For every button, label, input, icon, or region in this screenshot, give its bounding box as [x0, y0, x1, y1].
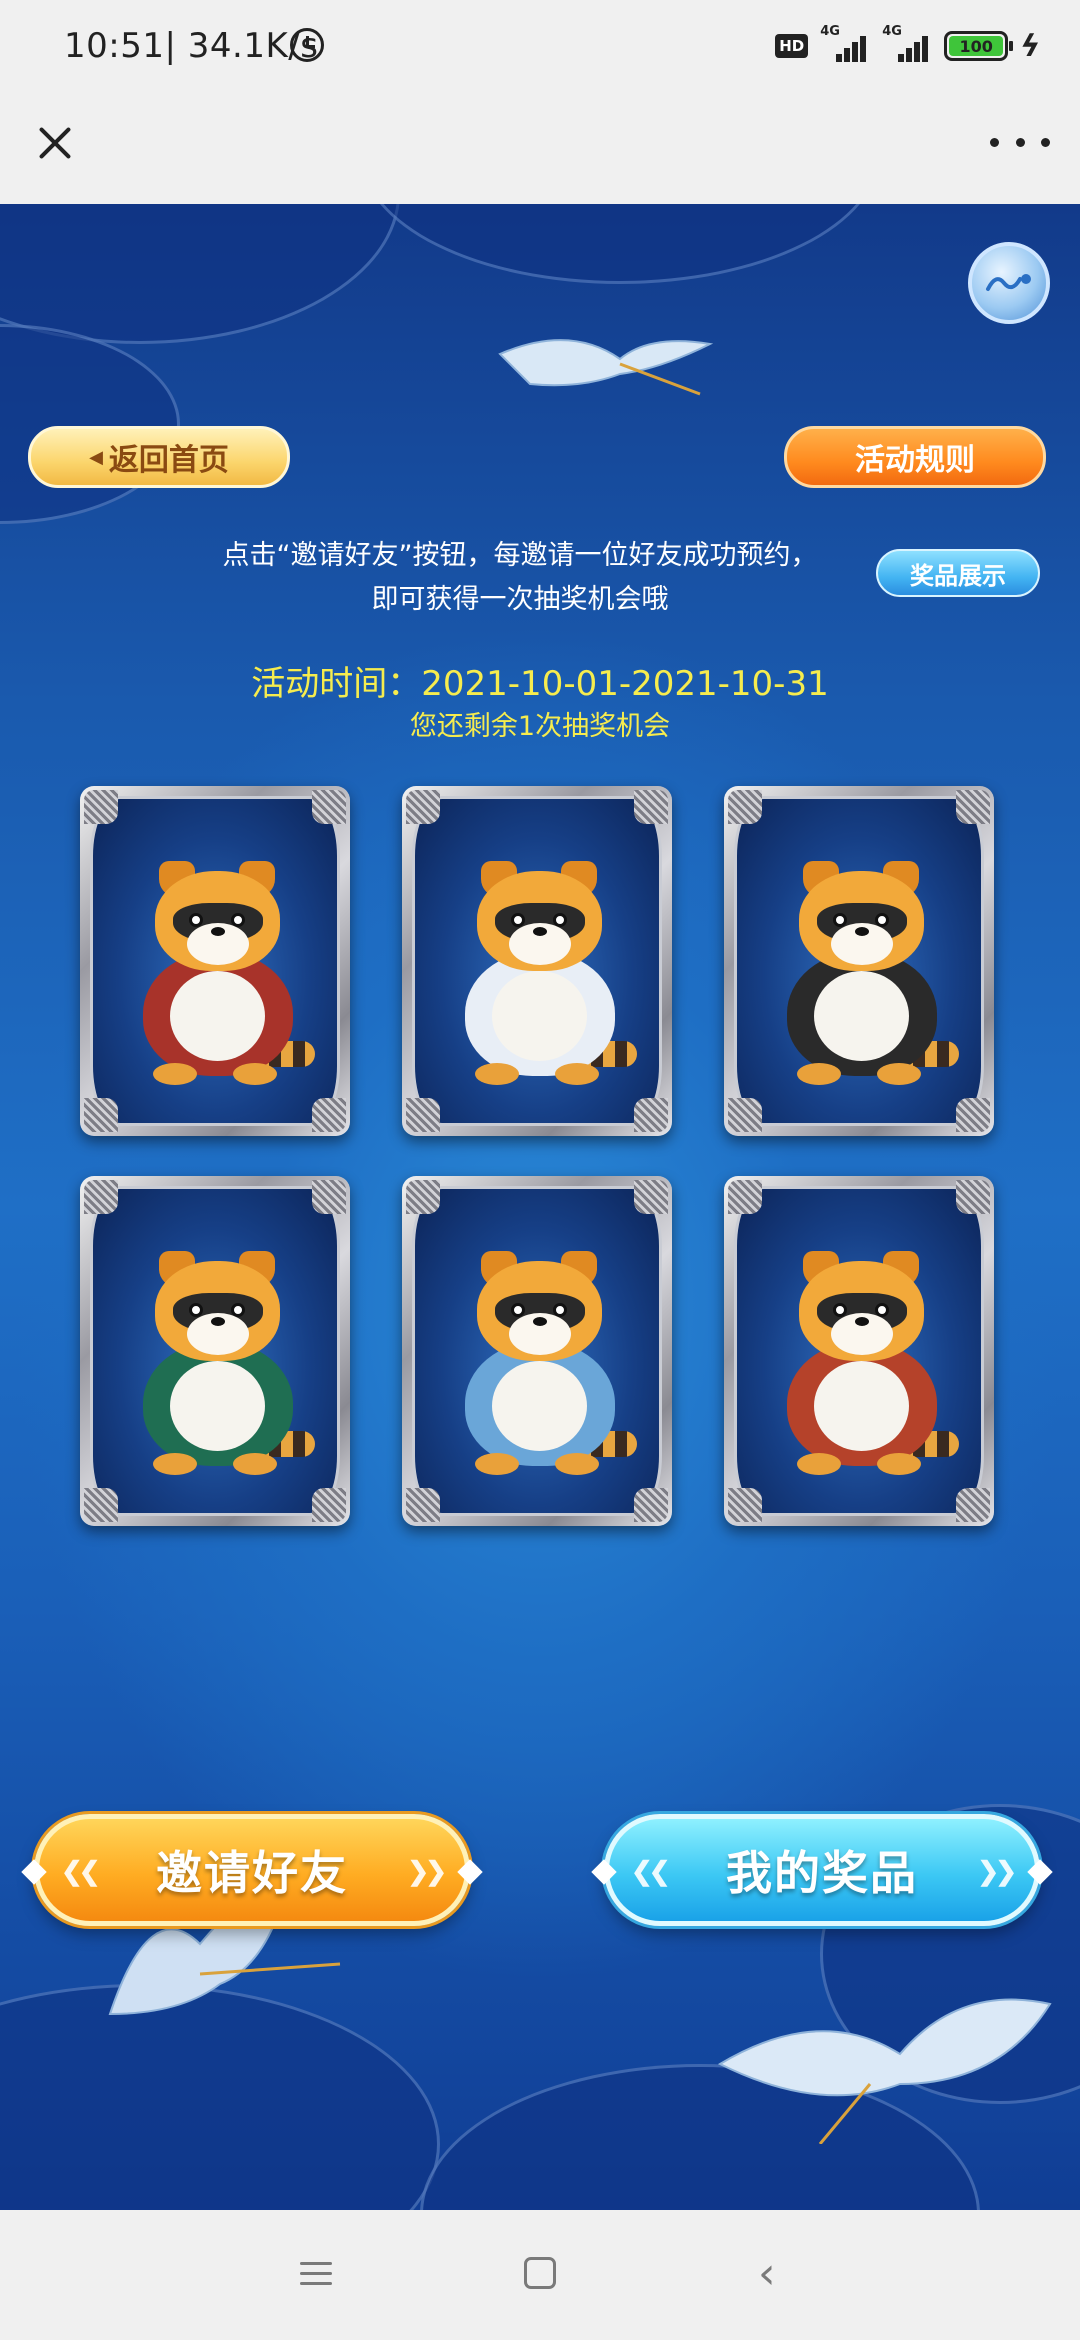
signal-icon: 4G: [820, 24, 870, 64]
chevron-left-icon: ◀: [89, 446, 103, 468]
hd-badge: HD: [775, 34, 809, 58]
back-home-button[interactable]: ◀ 返回首页: [28, 426, 290, 488]
lottery-card[interactable]: [402, 786, 672, 1136]
card-corner-ornament: [406, 1180, 440, 1214]
close-icon[interactable]: [30, 118, 80, 168]
card-corner-ornament: [406, 790, 440, 824]
event-rules-button[interactable]: 活动规则: [784, 426, 1046, 488]
double-chevron-right-icon: ❯❯: [977, 1857, 1017, 1887]
card-corner-ornament: [728, 1488, 762, 1522]
raccoon-character: [115, 841, 315, 1091]
cloud-decoration: [360, 204, 880, 284]
my-prizes-button[interactable]: ❮❮ 我的奖品 ❯❯: [591, 1814, 1053, 1926]
alarm-icon: [290, 28, 324, 62]
lottery-card[interactable]: [80, 1176, 350, 1526]
lottery-card[interactable]: [724, 1176, 994, 1526]
event-description: 点击“邀请好友”按钮，每邀请一位好友成功预约， 即可获得一次抽奖机会哦: [180, 534, 860, 622]
recent-apps-icon[interactable]: [300, 2258, 332, 2290]
event-period: 活动时间：2021-10-01-2021-10-31: [251, 664, 829, 704]
double-chevron-left-icon: ❮❮: [631, 1857, 671, 1887]
double-chevron-left-icon: ❮❮: [61, 1857, 101, 1887]
lottery-card[interactable]: [80, 786, 350, 1136]
character-illustration: [734, 1186, 984, 1516]
webview-toolbar: [0, 92, 1080, 204]
raccoon-character: [759, 1231, 959, 1481]
cloud-decoration: [0, 204, 400, 344]
card-corner-ornament: [312, 1488, 346, 1522]
my-prizes-label: 我的奖品: [726, 1846, 918, 1900]
cloud-decoration: [0, 324, 180, 524]
event-page: ◀ 返回首页 活动规则 点击“邀请好友”按钮，每邀请一位好友成功预约， 即可获得…: [0, 204, 1080, 2210]
raccoon-character: [115, 1231, 315, 1481]
remaining-chances: 您还剩余1次抽奖机会: [409, 711, 671, 742]
card-corner-ornament: [634, 1180, 668, 1214]
card-corner-ornament: [956, 1098, 990, 1132]
character-illustration: [90, 1186, 340, 1516]
character-illustration: [412, 1186, 662, 1516]
character-illustration: [734, 796, 984, 1126]
card-corner-ornament: [728, 790, 762, 824]
raccoon-character: [437, 1231, 637, 1481]
charging-icon: ϟ: [1016, 28, 1044, 64]
more-icon[interactable]: [990, 122, 1050, 162]
intro-line: 点击“邀请好友”按钮，每邀请一位好友成功预约，: [222, 540, 818, 571]
card-corner-ornament: [956, 1180, 990, 1214]
intro-line: 即可获得一次抽奖机会哦: [371, 584, 669, 615]
raccoon-character: [759, 841, 959, 1091]
card-corner-ornament: [84, 1180, 118, 1214]
card-corner-ornament: [634, 1098, 668, 1132]
card-corner-ornament: [956, 790, 990, 824]
prize-showcase-label: 奖品展示: [910, 560, 1006, 590]
card-corner-ornament: [312, 790, 346, 824]
signal-icon: 4G: [882, 24, 932, 64]
lottery-card[interactable]: [402, 1176, 672, 1526]
battery-icon: 100: [944, 31, 1014, 61]
music-toggle-button[interactable]: [968, 242, 1050, 324]
home-icon[interactable]: [524, 2257, 556, 2289]
card-corner-ornament: [84, 1488, 118, 1522]
status-indicators: HD 4G 4G 100 ϟ: [775, 24, 1044, 68]
character-illustration: [90, 796, 340, 1126]
card-corner-ornament: [634, 790, 668, 824]
card-corner-ornament: [312, 1098, 346, 1132]
raccoon-character: [437, 841, 637, 1091]
card-corner-ornament: [312, 1180, 346, 1214]
card-corner-ornament: [634, 1488, 668, 1522]
music-icon: [986, 274, 1031, 291]
invite-friends-button[interactable]: ❮❮ 邀请好友 ❯❯: [21, 1814, 483, 1926]
back-icon[interactable]: ‹: [758, 2252, 776, 2296]
system-nav-bar: ‹: [0, 2210, 1080, 2340]
status-time: 10:51| 34.1K/s: [64, 26, 319, 66]
card-corner-ornament: [84, 790, 118, 824]
double-chevron-right-icon: ❯❯: [407, 1857, 447, 1887]
back-home-label: 返回首页: [108, 443, 229, 478]
event-rules-label: 活动规则: [855, 443, 975, 478]
card-corner-ornament: [728, 1098, 762, 1132]
crane-decoration: [490, 314, 720, 404]
card-corner-ornament: [728, 1180, 762, 1214]
card-corner-ornament: [406, 1488, 440, 1522]
character-illustration: [412, 796, 662, 1126]
card-corner-ornament: [84, 1098, 118, 1132]
invite-friends-label: 邀请好友: [156, 1846, 348, 1900]
status-bar: 10:51| 34.1K/s HD 4G 4G 100 ϟ: [0, 0, 1080, 92]
crane-decoration: [700, 1944, 1060, 2145]
card-corner-ornament: [406, 1098, 440, 1132]
prize-showcase-button[interactable]: 奖品展示: [876, 549, 1040, 597]
card-corner-ornament: [956, 1488, 990, 1522]
lottery-card[interactable]: [724, 786, 994, 1136]
